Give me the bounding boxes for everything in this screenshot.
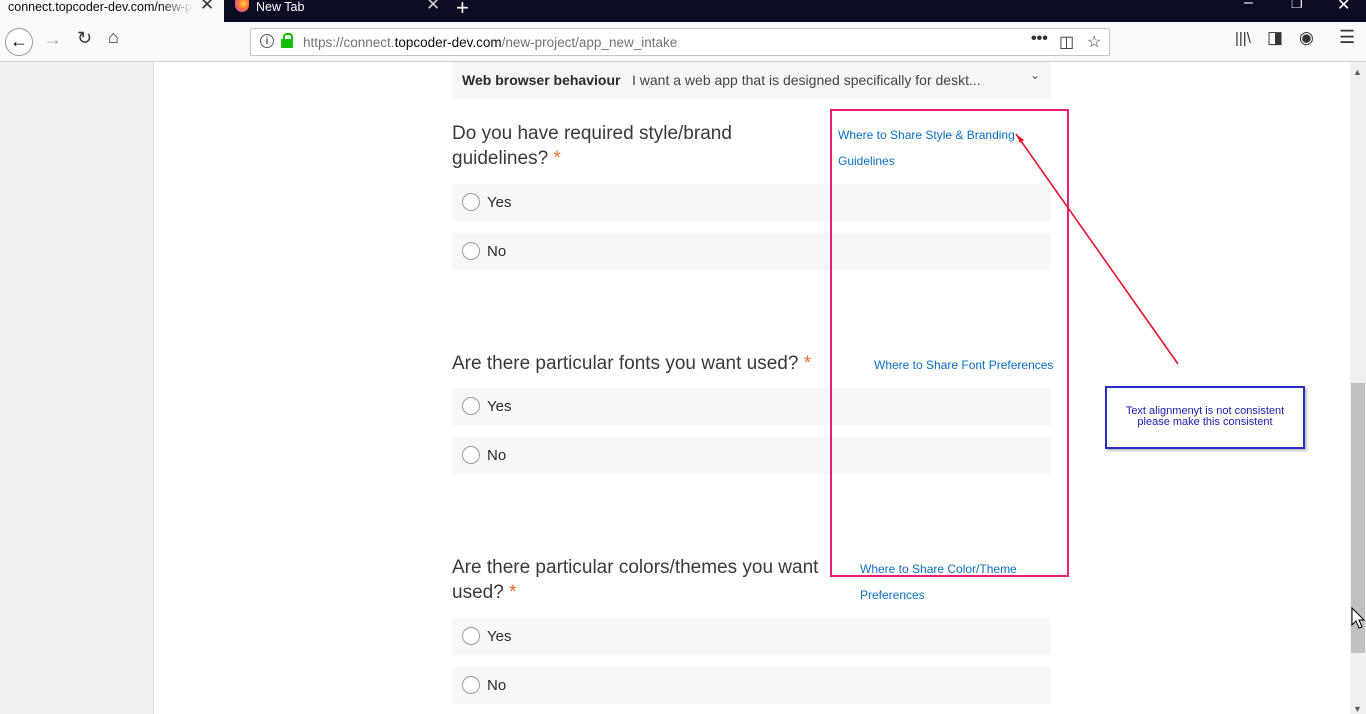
annotation-note: Text alignmenyt is not consistent please…	[1105, 386, 1305, 449]
required-marker: *	[509, 582, 517, 603]
url-text[interactable]: https://connect.topcoder-dev.com/new-pro…	[303, 35, 677, 50]
close-tab-icon[interactable]: ✕	[426, 0, 440, 13]
pocket-icon[interactable]: ◫	[1059, 32, 1074, 52]
navigation-bar: ← → ↻ ⌂ i https://connect.topcoder-dev.c…	[0, 22, 1366, 62]
web-browser-behaviour-value: I want a web app that is designed specif…	[632, 72, 981, 88]
account-icon[interactable]: ◉	[1299, 28, 1314, 48]
sidebar-icon[interactable]: ◨	[1267, 28, 1283, 48]
close-window-icon[interactable]: ✕	[1337, 0, 1350, 15]
question-style-guidelines: Do you have required style/brand guideli…	[452, 123, 732, 169]
page-actions-icon[interactable]: •••	[1031, 30, 1048, 48]
radio-button[interactable]	[462, 242, 480, 260]
web-browser-behaviour-select[interactable]: Web browser behaviour I want a web app t…	[452, 62, 1051, 99]
chevron-down-icon[interactable]: ⌄	[1030, 68, 1040, 82]
option-colors-yes[interactable]: Yes	[452, 618, 1051, 655]
scroll-up-arrow[interactable]: ▲	[1353, 67, 1362, 77]
close-tab-icon[interactable]: ✕	[200, 0, 214, 13]
mouse-cursor-icon	[1351, 607, 1365, 629]
restore-icon[interactable]: ❐	[1291, 0, 1303, 12]
reload-button[interactable]: ↻	[77, 28, 92, 49]
radio-button[interactable]	[462, 193, 480, 211]
minimize-icon[interactable]: –	[1244, 0, 1253, 12]
info-icon[interactable]: i	[260, 34, 274, 48]
lock-icon[interactable]	[281, 33, 293, 48]
menu-icon[interactable]: ☰	[1339, 27, 1355, 48]
radio-button[interactable]	[462, 446, 480, 464]
radio-button[interactable]	[462, 397, 480, 415]
tab-bar: connect.topcoder-dev.com/new-project/app…	[0, 0, 1366, 22]
required-marker: *	[553, 148, 561, 169]
scroll-down-arrow[interactable]: ▼	[1353, 704, 1362, 714]
annotation-arrow	[1015, 133, 1179, 365]
web-browser-behaviour-label: Web browser behaviour	[462, 72, 621, 88]
tab-title: New Tab	[256, 0, 305, 14]
firefox-icon	[235, 0, 249, 12]
option-colors-no[interactable]: No	[452, 667, 1051, 704]
forward-button[interactable]: →	[44, 29, 62, 50]
bookmark-star-icon[interactable]: ☆	[1087, 32, 1101, 52]
back-button[interactable]: ←	[5, 28, 33, 56]
question-colors-themes: Are there particular colors/themes you w…	[452, 557, 819, 603]
required-marker: *	[803, 353, 812, 374]
radio-button[interactable]	[462, 627, 480, 645]
home-button[interactable]: ⌂	[108, 27, 119, 48]
question-fonts: Are there particular fonts you want used…	[452, 353, 812, 374]
tab-new-tab[interactable]: New Tab ✕	[226, 0, 448, 22]
new-tab-button[interactable]: +	[456, 0, 469, 21]
library-icon[interactable]: |||\	[1235, 30, 1251, 47]
address-bar[interactable]: i https://connect.topcoder-dev.com/new-p…	[250, 28, 1110, 56]
radio-button[interactable]	[462, 676, 480, 694]
tab-active[interactable]: connect.topcoder-dev.com/new-project/app…	[0, 0, 224, 22]
